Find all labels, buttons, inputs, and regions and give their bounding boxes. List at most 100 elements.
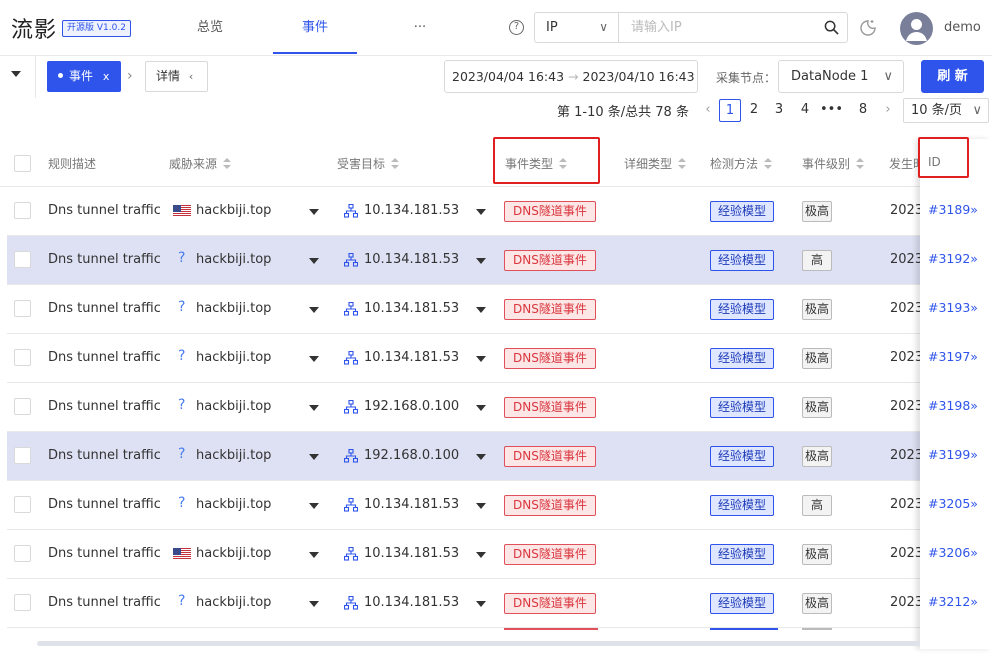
victim-target[interactable]: 10.134.181.53	[364, 252, 459, 267]
target-dropdown-caret-icon[interactable]	[476, 405, 486, 411]
victim-target[interactable]: 10.134.181.53	[364, 546, 459, 561]
event-id-link[interactable]: #3212»	[928, 594, 978, 609]
tab-detail[interactable]: 详情 ‹	[145, 61, 208, 92]
event-id-link[interactable]: #3193»	[928, 300, 978, 315]
source-dropdown-caret-icon[interactable]	[309, 307, 319, 313]
page-2-button[interactable]: 2	[743, 99, 765, 122]
threat-source[interactable]: hackbiji.top	[196, 497, 271, 512]
threat-source[interactable]: hackbiji.top	[196, 301, 271, 316]
target-dropdown-caret-icon[interactable]	[476, 258, 486, 264]
username[interactable]: demo	[944, 20, 981, 35]
sort-icon[interactable]	[856, 157, 865, 170]
col-detect-method[interactable]: 检测方法	[710, 155, 773, 172]
ip-search-input[interactable]: 请输入IP	[618, 12, 848, 43]
table-row[interactable]: Dns tunnel traffic? hackbiji.top 10.134.18…	[7, 334, 992, 383]
target-dropdown-caret-icon[interactable]	[476, 454, 486, 460]
target-dropdown-caret-icon[interactable]	[476, 209, 486, 215]
sort-icon[interactable]	[391, 157, 400, 170]
event-id-link[interactable]: #3197»	[928, 349, 978, 364]
page-4-button[interactable]: 4	[794, 99, 816, 122]
row-checkbox[interactable]	[14, 594, 31, 611]
source-dropdown-caret-icon[interactable]	[309, 209, 319, 215]
threat-source[interactable]: hackbiji.top	[196, 546, 271, 561]
close-icon[interactable]: ‹	[189, 70, 193, 83]
page-3-button[interactable]: 3	[768, 99, 790, 122]
table-row[interactable]: Dns tunnel traffic? hackbiji.top 10.134.18…	[7, 579, 992, 628]
event-id-link[interactable]: #3205»	[928, 496, 978, 511]
source-dropdown-caret-icon[interactable]	[309, 552, 319, 558]
row-checkbox[interactable]	[14, 398, 31, 415]
row-checkbox[interactable]	[14, 545, 31, 562]
col-threat-source[interactable]: 威胁来源	[169, 155, 232, 172]
row-checkbox[interactable]	[14, 496, 31, 513]
event-id-link[interactable]: #3189»	[928, 202, 978, 217]
victim-target[interactable]: 192.168.0.100	[364, 399, 459, 414]
sort-icon[interactable]	[223, 157, 232, 170]
row-checkbox[interactable]	[14, 349, 31, 366]
row-checkbox[interactable]	[14, 202, 31, 219]
next-page-button[interactable]: ›	[877, 99, 899, 122]
sort-icon[interactable]	[764, 157, 773, 170]
nav-overview[interactable]: 总览	[176, 0, 244, 54]
table-row[interactable]: Dns tunnel traffic hackbiji.top 10.134.181…	[7, 187, 992, 236]
tab-events[interactable]: 事件 x	[47, 61, 121, 92]
victim-target[interactable]: 10.134.181.53	[364, 301, 459, 316]
source-dropdown-caret-icon[interactable]	[309, 503, 319, 509]
search-icon[interactable]	[824, 20, 839, 35]
select-all-checkbox[interactable]	[14, 155, 31, 172]
page-size-select[interactable]: 10 条/页 ∨	[903, 98, 989, 123]
table-row[interactable]: Dns tunnel traffic? hackbiji.top 10.134.18…	[7, 285, 992, 334]
date-range-picker[interactable]: 2023/04/04 16:43 → 2023/04/10 16:43	[444, 60, 698, 93]
sort-icon[interactable]	[678, 157, 687, 170]
col-victim-target[interactable]: 受害目标	[337, 155, 400, 172]
theme-toggle-icon[interactable]	[858, 18, 878, 38]
row-checkbox[interactable]	[14, 251, 31, 268]
victim-target[interactable]: 10.134.181.53	[364, 497, 459, 512]
nav-more[interactable]: ···	[400, 0, 440, 54]
event-id-link[interactable]: #3206»	[928, 545, 978, 560]
source-dropdown-caret-icon[interactable]	[309, 405, 319, 411]
search-type-select[interactable]: IP ∨	[534, 12, 618, 43]
row-checkbox[interactable]	[14, 300, 31, 317]
help-icon[interactable]: ?	[509, 20, 524, 35]
event-id-link[interactable]: #3192»	[928, 251, 978, 266]
source-dropdown-caret-icon[interactable]	[309, 454, 319, 460]
page-8-button[interactable]: 8	[852, 99, 874, 122]
target-dropdown-caret-icon[interactable]	[476, 307, 486, 313]
target-dropdown-caret-icon[interactable]	[476, 601, 486, 607]
close-icon[interactable]: x	[103, 70, 110, 83]
victim-target[interactable]: 10.134.181.53	[364, 350, 459, 365]
app-logo[interactable]: 流影	[11, 12, 57, 44]
threat-source[interactable]: hackbiji.top	[196, 350, 271, 365]
prev-page-button[interactable]: ‹	[697, 99, 719, 122]
threat-source[interactable]: hackbiji.top	[196, 595, 271, 610]
collapse-caret-icon[interactable]	[11, 71, 21, 77]
source-dropdown-caret-icon[interactable]	[309, 258, 319, 264]
refresh-button[interactable]: 刷 新	[921, 60, 984, 93]
event-id-link[interactable]: #3198»	[928, 398, 978, 413]
threat-source[interactable]: hackbiji.top	[196, 252, 271, 267]
table-row[interactable]: Dns tunnel traffic? hackbiji.top 10.134.18…	[7, 481, 992, 530]
horizontal-scrollbar[interactable]	[37, 641, 920, 646]
target-dropdown-caret-icon[interactable]	[476, 356, 486, 362]
col-event-level[interactable]: 事件级别	[802, 155, 865, 172]
event-id-link[interactable]: #3199»	[928, 447, 978, 462]
col-detail-type[interactable]: 详细类型	[624, 155, 687, 172]
table-row[interactable]: Dns tunnel traffic hackbiji.top 10.134.181…	[7, 530, 992, 579]
table-row[interactable]: Dns tunnel traffic? hackbiji.top 192.168.0…	[7, 383, 992, 432]
target-dropdown-caret-icon[interactable]	[476, 552, 486, 558]
node-select[interactable]: DataNode 1 ∨	[778, 60, 904, 93]
victim-target[interactable]: 192.168.0.100	[364, 448, 459, 463]
source-dropdown-caret-icon[interactable]	[309, 356, 319, 362]
table-row[interactable]: Dns tunnel traffic? hackbiji.top 10.134.18…	[7, 236, 992, 285]
nav-events[interactable]: 事件	[273, 0, 357, 54]
table-row[interactable]: Dns tunnel traffic? hackbiji.top 192.168.0…	[7, 432, 992, 481]
threat-source[interactable]: hackbiji.top	[196, 203, 271, 218]
threat-source[interactable]: hackbiji.top	[196, 399, 271, 414]
row-checkbox[interactable]	[14, 447, 31, 464]
source-dropdown-caret-icon[interactable]	[309, 601, 319, 607]
threat-source[interactable]: hackbiji.top	[196, 448, 271, 463]
page-ellipsis[interactable]: •••	[820, 99, 843, 122]
page-1-button[interactable]: 1	[719, 99, 741, 122]
victim-target[interactable]: 10.134.181.53	[364, 203, 459, 218]
